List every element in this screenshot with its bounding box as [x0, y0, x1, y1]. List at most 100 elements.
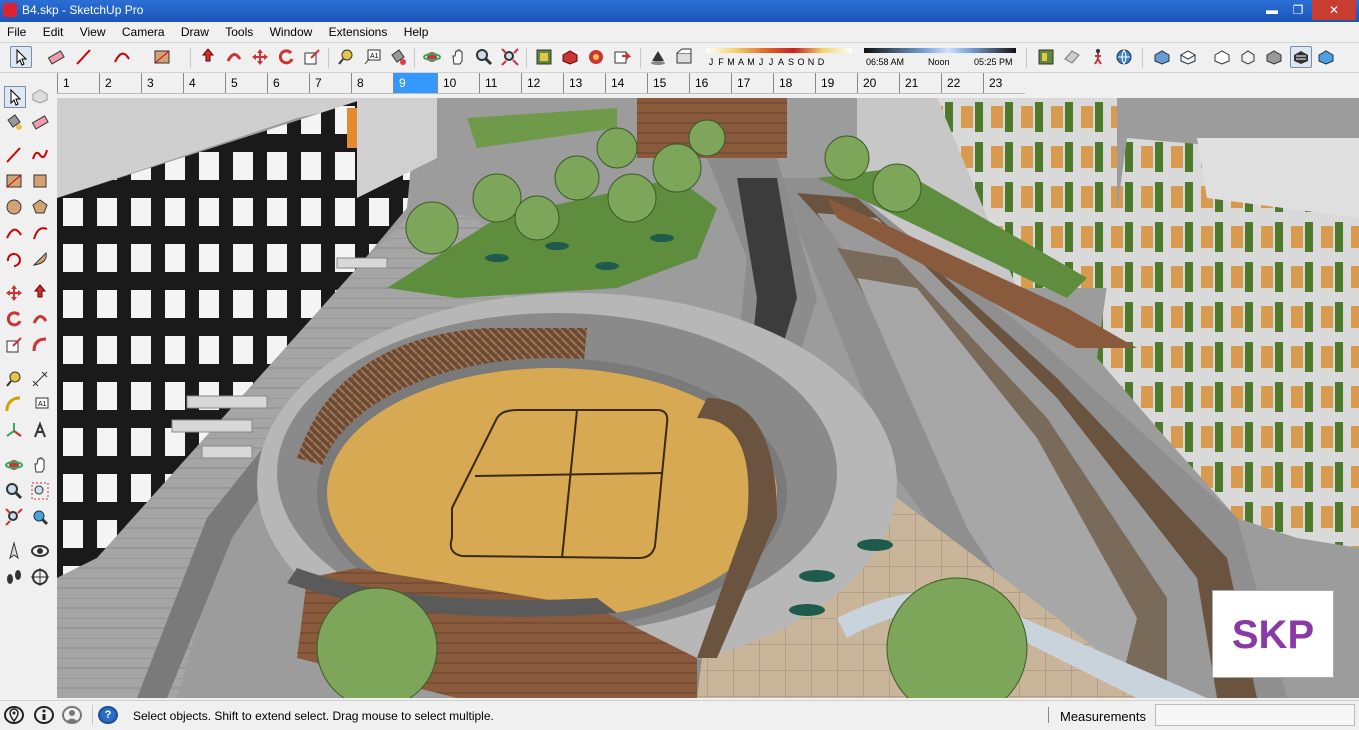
- rectangle-tool-icon[interactable]: [152, 47, 172, 67]
- scene-tab[interactable]: 3: [141, 73, 183, 93]
- look-around-icon[interactable]: [30, 541, 50, 561]
- geo-location-icon[interactable]: [1114, 47, 1134, 67]
- orbit-icon[interactable]: [422, 47, 442, 67]
- menu-edit[interactable]: Edit: [36, 22, 70, 39]
- shadow-toggle-icon[interactable]: [648, 47, 668, 67]
- measurements-input[interactable]: [1155, 704, 1355, 726]
- menu-file[interactable]: File: [0, 22, 32, 39]
- zoom-extents-icon[interactable]: [500, 47, 520, 67]
- make-component-icon[interactable]: [30, 86, 50, 106]
- paint-bucket-icon[interactable]: [4, 112, 24, 132]
- line-tool-icon[interactable]: [74, 47, 94, 67]
- arc-tool-icon[interactable]: [112, 47, 132, 67]
- scene-tab[interactable]: 4: [183, 73, 225, 93]
- menu-extensions[interactable]: Extensions: [322, 22, 394, 39]
- text-tool-icon[interactable]: A1: [30, 395, 50, 415]
- section-plane-tool-icon[interactable]: [30, 567, 50, 587]
- scene-tab[interactable]: 10: [437, 73, 479, 93]
- iso-view-icon[interactable]: [1152, 47, 1172, 67]
- walk-footprints-icon[interactable]: [4, 567, 24, 587]
- move-tool-icon[interactable]: [250, 47, 270, 67]
- xray-style-icon[interactable]: [1212, 47, 1232, 67]
- axes-tool-icon[interactable]: [4, 421, 24, 441]
- zoom-icon[interactable]: [474, 47, 494, 67]
- follow-me-icon[interactable]: [224, 47, 244, 67]
- three-point-arc-icon[interactable]: [4, 249, 24, 269]
- push-pull-icon[interactable]: [30, 283, 50, 303]
- eraser-icon[interactable]: [46, 47, 66, 67]
- zoom-extents-icon[interactable]: [4, 507, 24, 527]
- 3d-text-icon[interactable]: [30, 421, 50, 441]
- push-pull-icon[interactable]: [198, 47, 218, 67]
- shaded-textures-style-icon[interactable]: [1290, 46, 1312, 68]
- scene-tab[interactable]: 22: [941, 73, 983, 93]
- orbit-icon[interactable]: [4, 455, 24, 475]
- zoom-icon[interactable]: [4, 481, 24, 501]
- shaded-style-icon[interactable]: [1264, 47, 1284, 67]
- eraser-icon[interactable]: [30, 112, 50, 132]
- scene-tab[interactable]: 8: [351, 73, 393, 93]
- menu-view[interactable]: View: [73, 22, 112, 39]
- send-to-layout-icon[interactable]: [612, 47, 632, 67]
- monochrome-style-icon[interactable]: [1316, 47, 1336, 67]
- scene-tab[interactable]: 11: [479, 73, 521, 93]
- rotated-rectangle-icon[interactable]: [30, 171, 50, 191]
- menu-draw[interactable]: Draw: [174, 22, 215, 39]
- model-viewport[interactable]: [57, 98, 1359, 698]
- scene-tab[interactable]: 15: [647, 73, 689, 93]
- scene-tab-active[interactable]: 9: [393, 73, 437, 93]
- select-tool-icon[interactable]: [4, 86, 26, 108]
- rotate-tool-icon[interactable]: [276, 47, 296, 67]
- arc-tool-icon[interactable]: [4, 223, 24, 243]
- tape-measure-icon[interactable]: [336, 47, 356, 67]
- close-button[interactable]: ✕: [1312, 0, 1356, 20]
- pie-tool-icon[interactable]: [30, 249, 50, 269]
- menu-window[interactable]: Window: [263, 22, 319, 39]
- two-point-arc-icon[interactable]: [30, 223, 50, 243]
- scene-tab[interactable]: 1: [57, 73, 99, 93]
- text-tool-icon[interactable]: A1: [362, 47, 382, 67]
- menu-tools[interactable]: Tools: [218, 22, 259, 39]
- user-account-icon[interactable]: [62, 706, 82, 724]
- scale-tool-icon[interactable]: [302, 47, 322, 67]
- fog-toggle-icon[interactable]: [674, 47, 694, 67]
- move-tool-icon[interactable]: [4, 283, 24, 303]
- top-view-icon[interactable]: [1178, 47, 1198, 67]
- tape-measure-icon[interactable]: [4, 369, 24, 389]
- pan-icon[interactable]: [448, 47, 468, 67]
- follow-me-icon[interactable]: [30, 309, 50, 329]
- wireframe-style-icon[interactable]: [1238, 47, 1258, 67]
- maximize-button[interactable]: ❐: [1281, 0, 1315, 20]
- extension-warehouse-icon[interactable]: [560, 47, 580, 67]
- position-camera-icon[interactable]: [4, 541, 24, 561]
- freehand-icon[interactable]: [30, 145, 50, 165]
- scene-tab[interactable]: 14: [605, 73, 647, 93]
- scale-tool-icon[interactable]: [4, 335, 24, 355]
- scene-tab[interactable]: 16: [689, 73, 731, 93]
- protractor-icon[interactable]: [4, 395, 24, 415]
- previous-view-icon[interactable]: [30, 507, 50, 527]
- menu-help[interactable]: Help: [397, 22, 435, 39]
- credits-info-icon[interactable]: [34, 706, 54, 724]
- paint-bucket-icon[interactable]: [388, 47, 408, 67]
- walk-icon[interactable]: [1088, 47, 1108, 67]
- offset-tool-icon[interactable]: [30, 335, 50, 355]
- geo-location-status-icon[interactable]: [4, 706, 24, 724]
- polygon-tool-icon[interactable]: [30, 197, 50, 217]
- scene-tab[interactable]: 20: [857, 73, 899, 93]
- scene-tab[interactable]: 23: [983, 73, 1025, 93]
- display-section-planes-icon[interactable]: [1062, 47, 1082, 67]
- menu-camera[interactable]: Camera: [115, 22, 171, 39]
- zoom-window-icon[interactable]: [30, 481, 50, 501]
- scene-tab[interactable]: 5: [225, 73, 267, 93]
- section-plane-icon[interactable]: [1036, 47, 1056, 67]
- scene-tab[interactable]: 19: [815, 73, 857, 93]
- line-tool-icon[interactable]: [4, 145, 24, 165]
- layout-icon[interactable]: [586, 47, 606, 67]
- scene-tab[interactable]: 7: [309, 73, 351, 93]
- select-tool-icon[interactable]: [10, 46, 32, 68]
- sketchup-app-icon[interactable]: [3, 3, 17, 17]
- scene-tab[interactable]: 12: [521, 73, 563, 93]
- circle-tool-icon[interactable]: [4, 197, 24, 217]
- help-icon[interactable]: ?: [98, 706, 118, 724]
